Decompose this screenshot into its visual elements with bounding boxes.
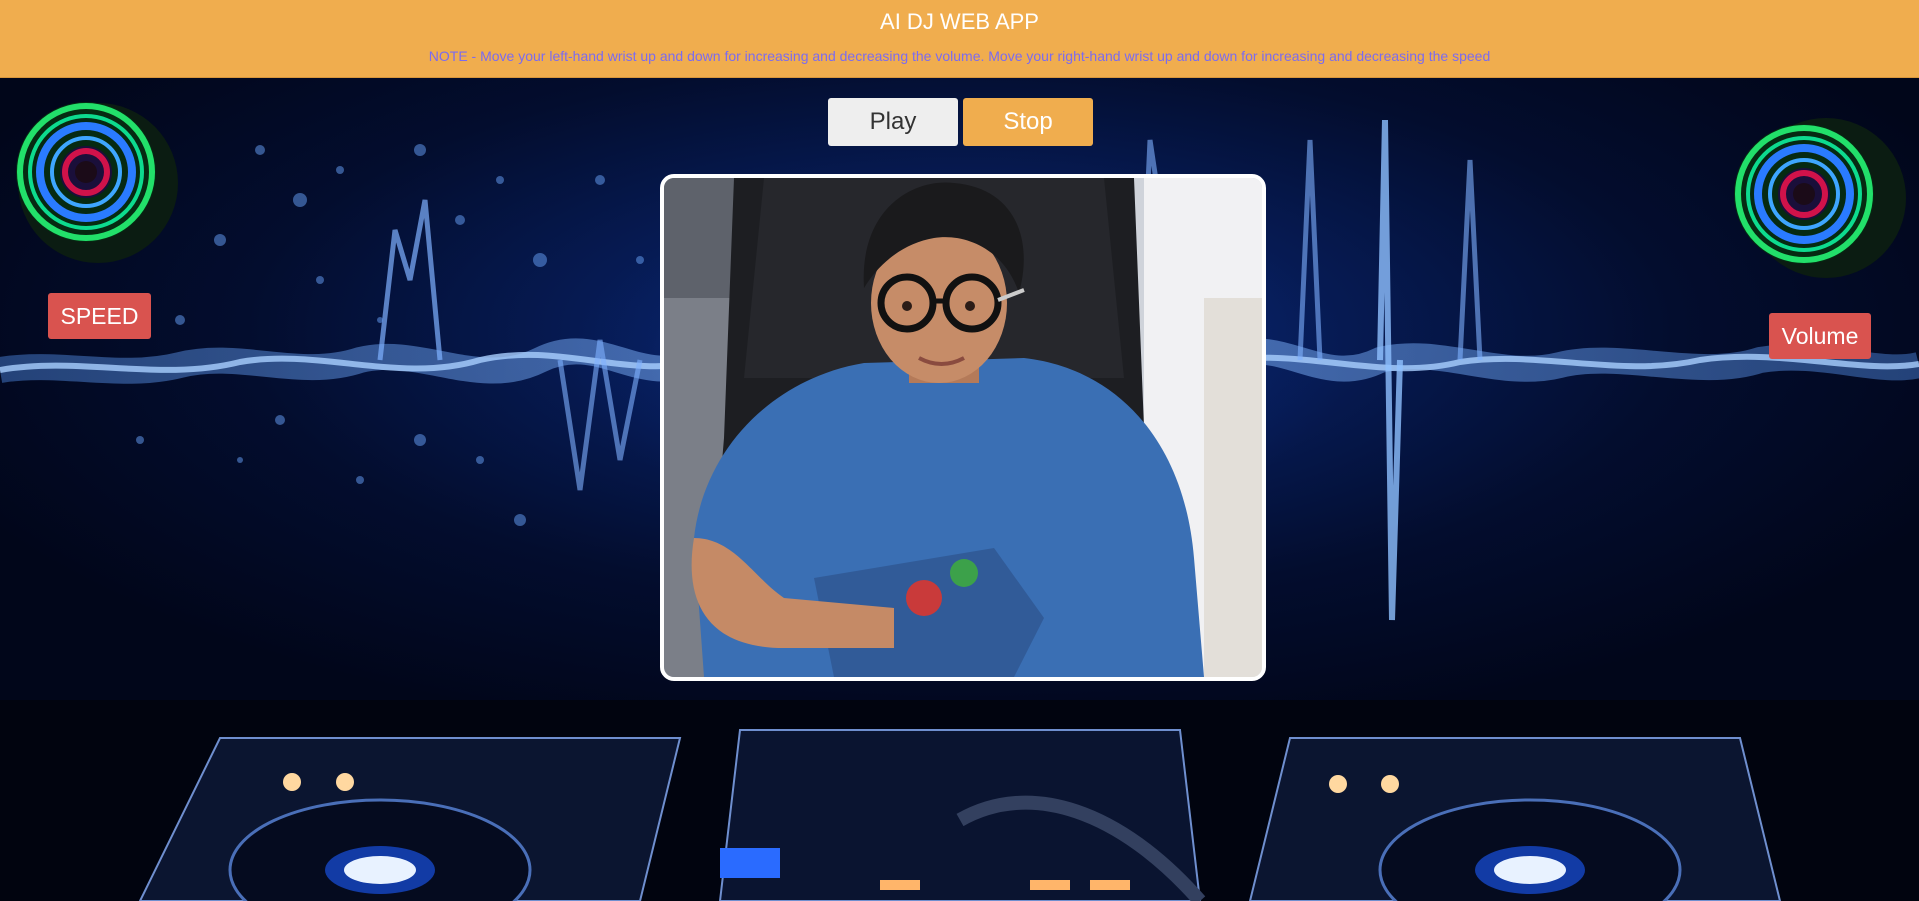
app-stage: AI DJ WEB APP NOTE - Move your left-hand… — [0, 0, 1919, 901]
webcam-video-feed — [660, 174, 1266, 681]
dj-decks-artwork — [0, 700, 1919, 901]
instructions-note: NOTE - Move your left-hand wrist up and … — [428, 48, 1491, 64]
volume-indicator[interactable]: Volume — [1769, 313, 1871, 359]
playback-controls: Play Stop — [828, 98, 1093, 146]
play-button[interactable]: Play — [828, 98, 958, 146]
app-title: AI DJ WEB APP — [880, 9, 1039, 34]
app-header: AI DJ WEB APP NOTE - Move your left-hand… — [0, 0, 1919, 78]
speed-indicator[interactable]: SPEED — [48, 293, 151, 339]
webcam-image — [664, 178, 1262, 677]
right-speaker-icon — [1734, 118, 1906, 278]
left-speaker-icon — [16, 102, 178, 263]
stop-button[interactable]: Stop — [963, 98, 1093, 146]
